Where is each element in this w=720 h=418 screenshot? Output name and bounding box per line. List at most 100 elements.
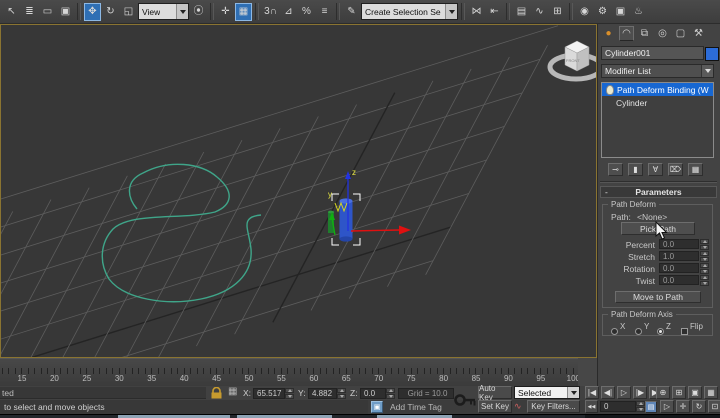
remove-modifier-button[interactable]: ⌦ (668, 163, 683, 176)
render-setup-button[interactable]: ⚙ (594, 3, 611, 21)
curve-editor-button[interactable]: ∿ (531, 3, 548, 21)
tab-motion[interactable]: ◎ (655, 26, 670, 41)
absolute-mode-icon[interactable]: ▦ (228, 386, 237, 397)
radio-icon[interactable] (657, 328, 664, 335)
move-to-path-button[interactable]: Move to Path (615, 291, 701, 303)
key-mode-toggle-button[interactable]: ◀◀ (585, 400, 598, 413)
flip-checkbox[interactable]: Flip (681, 322, 703, 340)
select-object-button[interactable]: ↖ (3, 3, 20, 21)
tab-create[interactable]: ● (601, 26, 616, 41)
object-name-field[interactable] (601, 46, 704, 60)
coord-x-spinner[interactable] (285, 388, 294, 399)
tab-utilities[interactable]: ⚒ (691, 26, 706, 41)
lightbulb-icon[interactable] (606, 84, 614, 95)
edit-named-selections-button[interactable]: ✎ (343, 3, 360, 21)
snap-toggle-button[interactable]: 3∩ (262, 3, 279, 21)
tab-hierarchy[interactable]: ⧉ (637, 26, 652, 41)
select-move-button[interactable]: ✥ (84, 2, 101, 21)
layer-manager-button[interactable]: ▤ (513, 3, 530, 21)
next-frame-button[interactable]: |▶ (633, 386, 647, 399)
timeline-ruler[interactable]: 15 20 25 30 35 40 45 50 55 60 65 70 75 80 85 90 95 100 (0, 358, 580, 386)
coord-z-spinner[interactable] (386, 388, 395, 399)
parameters-rollout-header[interactable]: - Parameters (600, 186, 717, 198)
stack-item-cylinder[interactable]: Cylinder (602, 96, 713, 109)
orbit-button[interactable]: ↻ (692, 400, 706, 413)
rotation-field[interactable]: 0.0 (659, 263, 699, 273)
axis-radio-z[interactable]: Z (657, 322, 671, 340)
object-color-swatch[interactable] (705, 47, 719, 61)
time-configuration-button[interactable]: ▤ (645, 401, 657, 413)
show-end-result-button[interactable]: ▮ (628, 163, 643, 176)
window-crossing-button[interactable]: ▣ (57, 3, 74, 21)
current-frame-field[interactable]: 0 (600, 401, 636, 412)
rectangular-selection-button[interactable]: ▭ (39, 3, 56, 21)
use-pivot-center-button[interactable]: ⦿ (190, 3, 207, 21)
percent-spinner[interactable] (700, 239, 709, 250)
selected-set-dropdown[interactable]: Selected (514, 386, 580, 399)
configure-modifier-sets-button[interactable]: ▦ (688, 163, 703, 176)
percent-snap-button[interactable]: % (298, 3, 315, 21)
coord-z-label: Z: (350, 388, 358, 398)
radio-icon[interactable] (635, 328, 642, 335)
collapse-icon[interactable]: - (605, 187, 608, 197)
mirror-button[interactable]: ⋈ (468, 3, 485, 21)
make-unique-button[interactable]: ∀ (648, 163, 663, 176)
align-button[interactable]: ⇤ (486, 3, 503, 21)
fov-button[interactable]: ▷ (660, 400, 674, 413)
stretch-field[interactable]: 1.0 (659, 251, 699, 261)
viewport[interactable]: z y FRONT (0, 24, 597, 358)
spinner-snap-button[interactable]: ≡ (316, 3, 333, 21)
reference-coordsys-dropdown[interactable]: View (138, 3, 189, 20)
material-editor-button[interactable]: ◉ (576, 3, 593, 21)
play-button[interactable]: ▷ (617, 386, 631, 399)
go-to-start-button[interactable]: |◀ (585, 386, 599, 399)
coord-y-spinner[interactable] (337, 388, 346, 399)
frame-spinner[interactable] (636, 401, 645, 412)
set-key-mode-key-icon[interactable] (453, 387, 479, 413)
zoom-all-button[interactable]: ⊞ (672, 386, 686, 399)
zoom-extents-all-button[interactable]: ▦ (704, 386, 718, 399)
render-production-button[interactable]: ♨ (630, 3, 647, 21)
angle-snap-button[interactable]: ⊿ (280, 3, 297, 21)
pin-stack-button[interactable]: ⊸ (608, 163, 623, 176)
select-scale-button[interactable]: ◱ (120, 3, 137, 21)
zoom-extents-button[interactable]: ▣ (688, 386, 702, 399)
keyboard-override-button[interactable]: ▦ (235, 2, 252, 21)
new-key-curve-icon[interactable]: ∿ (514, 401, 522, 412)
zoom-button[interactable]: ⊕ (656, 386, 670, 399)
add-time-tag-label[interactable]: Add Time Tag (390, 402, 442, 412)
twist-spinner[interactable] (700, 275, 709, 286)
rendered-frame-button[interactable]: ▣ (612, 3, 629, 21)
schematic-view-button[interactable]: ⊞ (549, 3, 566, 21)
previous-frame-button[interactable]: ◀| (601, 386, 615, 399)
coord-z-field[interactable]: 0.0 (360, 388, 386, 399)
axis-radio-x[interactable]: X (611, 322, 625, 340)
percent-field[interactable]: 0.0 (659, 239, 699, 249)
coord-y-field[interactable]: 4.882 (308, 388, 337, 399)
named-selection-dropdown[interactable]: Create Selection Se (361, 3, 458, 20)
axis-radio-y[interactable]: Y (635, 322, 649, 340)
stretch-spinner[interactable] (700, 251, 709, 262)
pan-button[interactable]: ✛ (676, 400, 690, 413)
checkbox-icon[interactable] (681, 328, 688, 335)
select-by-name-button[interactable]: ≣ (21, 3, 38, 21)
spline-shape[interactable] (101, 163, 262, 303)
select-rotate-button[interactable]: ↻ (102, 3, 119, 21)
set-key-button[interactable]: Set Key (478, 400, 512, 413)
tab-modify[interactable]: ◠ (619, 26, 634, 41)
tab-display[interactable]: ▢ (673, 26, 688, 41)
key-filters-button[interactable]: Key Filters... (527, 400, 580, 413)
rotation-spinner[interactable] (700, 263, 709, 274)
maximize-viewport-button[interactable]: ⊡ (708, 400, 720, 413)
twist-field[interactable]: 0.0 (659, 275, 699, 285)
rollout-title: Parameters (635, 187, 682, 197)
select-manipulate-button[interactable]: ✛ (217, 3, 234, 21)
viewcube[interactable]: FRONT (547, 40, 596, 82)
selection-lock-icon[interactable] (210, 387, 223, 399)
stack-item-path-deform[interactable]: Path Deform Binding (W (602, 83, 713, 96)
auto-key-button[interactable]: Auto Key (478, 384, 512, 402)
isolate-selection-icon[interactable]: ▣ (371, 401, 383, 413)
coord-x-field[interactable]: 65.517 (253, 388, 285, 399)
modifier-list-dropdown[interactable]: Modifier List (601, 64, 714, 78)
radio-icon[interactable] (611, 328, 618, 335)
